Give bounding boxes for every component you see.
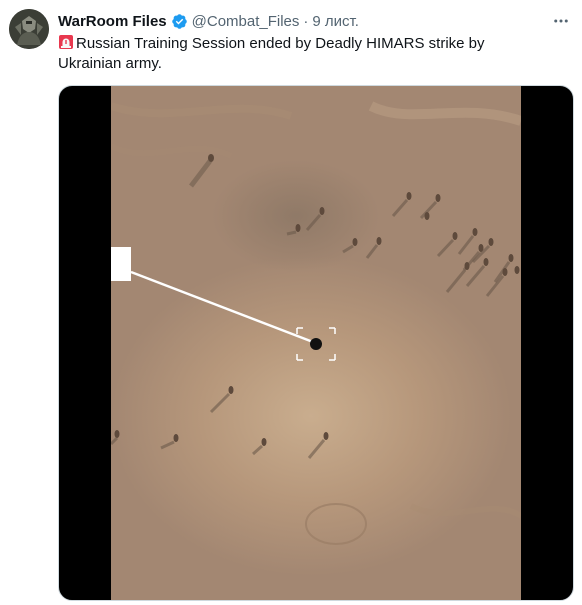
author-name[interactable]: WarRoom Files [58,13,167,30]
tweet-timestamp[interactable]: 9 лист. [312,13,359,30]
header-separator: · [303,12,309,30]
more-options-icon[interactable] [550,10,572,32]
tweet-text: Russian Training Session ended by Deadly… [58,34,548,74]
tweet-media-video[interactable] [58,85,574,601]
verified-badge-icon [171,13,188,30]
author-avatar[interactable] [9,9,49,49]
tweet-text-body: Russian Training Session ended by Deadly… [58,35,485,72]
drone-footage-drawing [111,101,521,545]
author-handle[interactable]: @Combat_Files [192,13,300,30]
tweet-card[interactable]: WarRoom Files @Combat_Files · 9 лист. Ru… [0,0,582,605]
drone-footage-frame [111,86,521,600]
tweet-header: WarRoom Files @Combat_Files · 9 лист. [58,11,359,31]
siren-emoji-icon [58,34,74,50]
avatar-image [9,9,49,49]
